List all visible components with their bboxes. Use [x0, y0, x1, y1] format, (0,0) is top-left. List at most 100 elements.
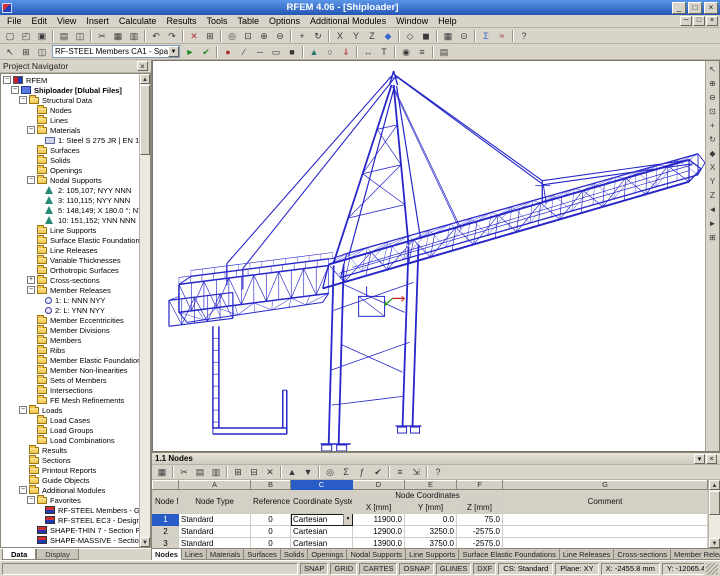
print-preview-button[interactable]: ◫	[72, 29, 88, 43]
table-scroll-down-icon[interactable]: ▼	[709, 538, 720, 548]
tree-item-2-105-107-nyy-nnn[interactable]: 2: 105,107; NYY NNN	[1, 185, 139, 195]
load-button[interactable]: ⇓	[338, 45, 354, 59]
iso-view-button[interactable]: ◆	[706, 147, 719, 160]
tree-item-orthotropic-surfaces[interactable]: Orthotropic Surfaces	[1, 265, 139, 275]
tree-item-favorites[interactable]: −Favorites	[1, 495, 139, 505]
move-up-button[interactable]: ▲	[284, 465, 300, 479]
solid-view-button[interactable]: ◼	[418, 29, 434, 43]
tree-item-ribs[interactable]: Ribs	[1, 345, 139, 355]
menu-help[interactable]: Help	[433, 16, 462, 26]
cell-d-3[interactable]: 13900.0	[353, 538, 405, 549]
toggle-cartes[interactable]: CARTES	[359, 563, 397, 575]
sheet-tab-lines[interactable]: Lines	[182, 549, 207, 560]
collapse-icon[interactable]: −	[27, 176, 35, 184]
rotate-button[interactable]: ↻	[310, 29, 326, 43]
tree-item-rfem[interactable]: −RFEM	[1, 75, 139, 85]
cut-button[interactable]: ✂	[94, 29, 110, 43]
zoom-in-button[interactable]: ⊕	[706, 77, 719, 90]
help-button[interactable]: ?	[516, 29, 532, 43]
tree-item-intersections[interactable]: Intersections	[1, 385, 139, 395]
tree-item-lines[interactable]: Lines	[1, 115, 139, 125]
close-window-button[interactable]: ×	[706, 16, 718, 26]
cell-g-3[interactable]	[503, 538, 708, 549]
cell-g-1[interactable]	[503, 514, 708, 526]
table-dock-icon[interactable]: ▾	[694, 454, 705, 464]
view-z-button[interactable]: Z	[706, 189, 719, 202]
collapse-icon[interactable]: −	[11, 86, 19, 94]
table-scroll-thumb[interactable]	[709, 491, 720, 515]
tree-item-nodal-supports[interactable]: −Nodal Supports	[1, 175, 139, 185]
tree-item-load-cases[interactable]: Load Cases	[1, 415, 139, 425]
navigator-tab-data[interactable]: Data	[2, 549, 36, 560]
zoom-all-button[interactable]: ◎	[224, 29, 240, 43]
modules-button[interactable]: ◫	[34, 45, 50, 59]
tree-item-2-l-ynn-nyy[interactable]: 2: L: YNN NYY	[1, 305, 139, 315]
menu-table[interactable]: Table	[232, 16, 264, 26]
cell-dropdown-icon[interactable]: ▼	[343, 514, 352, 525]
scroll-track[interactable]	[140, 155, 150, 537]
tree-item-shape-thin-7-section-properti[interactable]: SHAPE-THIN 7 - Section Properti	[1, 525, 139, 535]
tree-item-5-148-149-x-180-0-nyy-nn[interactable]: 5: 148,149; X 180.0 °; NYY NN	[1, 205, 139, 215]
table-scroll-up-icon[interactable]: ▲	[709, 480, 720, 490]
check-button[interactable]: ✔	[198, 45, 214, 59]
next-view-button[interactable]: ►	[706, 217, 719, 230]
pan-button[interactable]: +	[294, 29, 310, 43]
grid-button[interactable]: ▦	[440, 29, 456, 43]
toggle-glines[interactable]: GLINES	[436, 563, 472, 575]
cell-a-1[interactable]: Standard	[179, 514, 251, 526]
print-button[interactable]: ▤	[56, 29, 72, 43]
tree-item-nodes[interactable]: Nodes	[1, 105, 139, 115]
row-number-3[interactable]: 3	[153, 538, 179, 549]
find-button[interactable]: ◎	[322, 465, 338, 479]
new-surface-button[interactable]: ▭	[268, 45, 284, 59]
cell-g-2[interactable]	[503, 526, 708, 538]
hinge-button[interactable]: ○	[322, 45, 338, 59]
column-letter-b[interactable]: B	[251, 481, 291, 490]
view-x-button[interactable]: X	[706, 161, 719, 174]
tree-item-3-110-115-nyy-nnn[interactable]: 3: 110,115; NYY NNN	[1, 195, 139, 205]
tree-item-materials[interactable]: −Materials	[1, 125, 139, 135]
close-button[interactable]: ×	[704, 2, 718, 14]
sheet-tab-line-supports[interactable]: Line Supports	[406, 549, 459, 560]
toggle-dxf[interactable]: DXF	[473, 563, 496, 575]
menu-tools[interactable]: Tools	[201, 16, 232, 26]
model-view[interactable]: ↖⊕⊖⊡+↻◆XYZ◄►⊞	[152, 60, 720, 452]
cell-c-2[interactable]: Cartesian	[291, 526, 353, 538]
tree-item-results[interactable]: Results	[1, 445, 139, 455]
tree-item-10-151-152-ynn-nnn[interactable]: 10: 151,152; YNN NNN	[1, 215, 139, 225]
menu-options[interactable]: Options	[264, 16, 305, 26]
menu-calculate[interactable]: Calculate	[114, 16, 162, 26]
cell-e-1[interactable]: 0.0	[405, 514, 457, 526]
tree-item-shape-massive-section-prop[interactable]: SHAPE-MASSIVE - Section Prop	[1, 535, 139, 545]
maximize-button[interactable]: □	[688, 2, 702, 14]
tables-button[interactable]: ⊞	[18, 45, 34, 59]
collapse-icon[interactable]: −	[19, 96, 27, 104]
view-y-button[interactable]: Y	[348, 29, 364, 43]
tree-item-structural-data[interactable]: −Structural Data	[1, 95, 139, 105]
view-y-button[interactable]: Y	[706, 175, 719, 188]
zoom-out-button[interactable]: ⊖	[706, 91, 719, 104]
cell-f-3[interactable]: -2575.0	[457, 538, 503, 549]
filter-button[interactable]: ≡	[392, 465, 408, 479]
wireframe-button[interactable]: ◇	[402, 29, 418, 43]
row-number-1[interactable]: 1	[153, 514, 179, 526]
cell-c-1[interactable]: Cartesian▼	[291, 514, 353, 526]
sheet-tab-member-releases[interactable]: Member Releases	[671, 549, 720, 560]
minimize-window-button[interactable]: ─	[680, 16, 692, 26]
menu-insert[interactable]: Insert	[81, 16, 114, 26]
cell-e-2[interactable]: 3250.0	[405, 526, 457, 538]
resize-grip[interactable]	[706, 563, 718, 575]
tree-item-load-groups[interactable]: Load Groups	[1, 425, 139, 435]
paste-button[interactable]: ▥	[126, 29, 142, 43]
table-corner-cell[interactable]	[153, 481, 179, 490]
sheet-tab-materials[interactable]: Materials	[207, 549, 244, 560]
cell-a-2[interactable]: Standard	[179, 526, 251, 538]
tree-item-variable-thicknesses[interactable]: Variable Thicknesses	[1, 255, 139, 265]
row-number-2[interactable]: 2	[153, 526, 179, 538]
restore-window-button[interactable]: □	[693, 16, 705, 26]
table-close-icon[interactable]: ×	[706, 454, 717, 464]
tree-item-surfaces[interactable]: Surfaces	[1, 145, 139, 155]
export-button[interactable]: ⇲	[408, 465, 424, 479]
new-member-button[interactable]: ─	[252, 45, 268, 59]
tree-item-sections[interactable]: Sections	[1, 455, 139, 465]
